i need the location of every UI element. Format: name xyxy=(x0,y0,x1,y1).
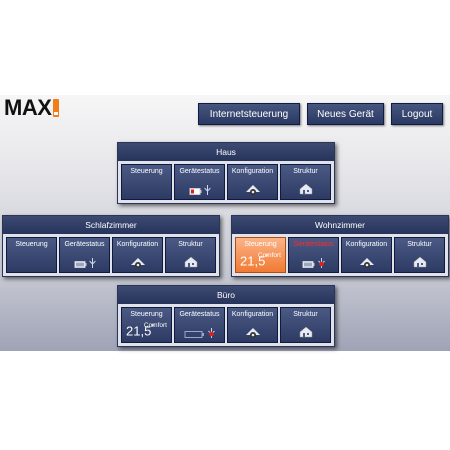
gear-icon xyxy=(359,258,374,268)
room-title: Wohnzimmer xyxy=(232,216,448,234)
status-icons xyxy=(184,328,215,338)
config-tile[interactable]: Konfiguration xyxy=(112,237,163,273)
structure-label: Struktur xyxy=(293,168,318,175)
status-label: Gerätestatus xyxy=(179,311,220,318)
battery-icon xyxy=(184,331,204,338)
logo-mark xyxy=(53,99,60,117)
config-label: Konfiguration xyxy=(231,168,274,175)
control-label: Steuerung xyxy=(130,168,163,175)
room-buero: Büro Steuerung 21,5° Comfort Gerätestatu… xyxy=(117,285,335,347)
status-tile[interactable]: Gerätestatus xyxy=(174,307,225,343)
new-device-label: Neues Gerät xyxy=(317,108,374,120)
structure-tile[interactable]: Struktur xyxy=(394,237,445,273)
control-tile[interactable]: Steuerung 21,5° Comfort xyxy=(235,237,286,273)
app-window: MAX Internetsteuerung Neues Gerät Logout… xyxy=(0,95,450,351)
room-title: Büro xyxy=(118,286,334,304)
battery-icon xyxy=(74,261,86,268)
internet-control-button[interactable]: Internetsteuerung xyxy=(198,103,300,125)
control-label: Steuerung xyxy=(130,311,163,318)
control-tile[interactable]: Steuerung xyxy=(121,164,172,200)
status-label: Gerätestatus xyxy=(64,241,105,248)
room-title: Haus xyxy=(118,143,334,161)
config-tile[interactable]: Konfiguration xyxy=(227,164,278,200)
logo-text: MAX xyxy=(4,95,52,120)
status-label: Gerätestatus xyxy=(293,241,334,248)
structure-label: Struktur xyxy=(178,241,203,248)
room-haus: Haus Steuerung Gerätestatus Konfiguratio… xyxy=(117,142,335,204)
logout-button[interactable]: Logout xyxy=(391,103,443,125)
control-tile[interactable]: Steuerung 21,5° Comfort xyxy=(121,307,172,343)
control-tile[interactable]: Steuerung xyxy=(6,237,57,273)
control-label: Steuerung xyxy=(244,241,277,248)
battery-low-icon xyxy=(189,188,201,195)
internet-control-label: Internetsteuerung xyxy=(209,108,289,120)
logout-label: Logout xyxy=(401,108,433,120)
antenna-error-icon xyxy=(207,328,215,338)
room-title: Schlafzimmer xyxy=(3,216,219,234)
structure-tile[interactable]: Struktur xyxy=(165,237,216,273)
new-device-button[interactable]: Neues Gerät xyxy=(307,103,384,125)
config-label: Konfiguration xyxy=(345,241,388,248)
config-label: Konfiguration xyxy=(116,241,159,248)
status-label: Gerätestatus xyxy=(179,168,220,175)
room-wohnzimmer: Wohnzimmer Steuerung 21,5° Comfort Gerät… xyxy=(231,215,449,277)
house-icon xyxy=(299,183,312,195)
antenna-icon xyxy=(204,185,210,195)
gear-icon xyxy=(245,185,260,195)
structure-label: Struktur xyxy=(407,241,432,248)
mode-label: Comfort xyxy=(143,322,167,329)
max-logo: MAX xyxy=(4,95,60,120)
battery-icon xyxy=(302,261,314,268)
structure-tile[interactable]: Struktur xyxy=(280,164,331,200)
config-tile[interactable]: Konfiguration xyxy=(227,307,278,343)
house-icon xyxy=(184,256,197,268)
structure-tile[interactable]: Struktur xyxy=(280,307,331,343)
antenna-icon xyxy=(89,258,95,268)
room-schlafzimmer: Schlafzimmer Steuerung Gerätestatus Konf… xyxy=(2,215,220,277)
structure-label: Struktur xyxy=(293,311,318,318)
config-tile[interactable]: Konfiguration xyxy=(341,237,392,273)
house-icon xyxy=(413,256,426,268)
antenna-error-icon xyxy=(317,258,325,268)
status-tile[interactable]: Gerätestatus xyxy=(174,164,225,200)
status-icons xyxy=(189,185,210,195)
status-icons xyxy=(74,258,95,268)
control-label: Steuerung xyxy=(15,241,48,248)
config-label: Konfiguration xyxy=(231,311,274,318)
gear-icon xyxy=(130,258,145,268)
house-icon xyxy=(299,326,312,338)
status-tile[interactable]: Gerätestatus xyxy=(288,237,339,273)
mode-label: Comfort xyxy=(257,252,281,259)
status-tile[interactable]: Gerätestatus xyxy=(59,237,110,273)
gear-icon xyxy=(245,328,260,338)
status-icons xyxy=(302,258,325,268)
